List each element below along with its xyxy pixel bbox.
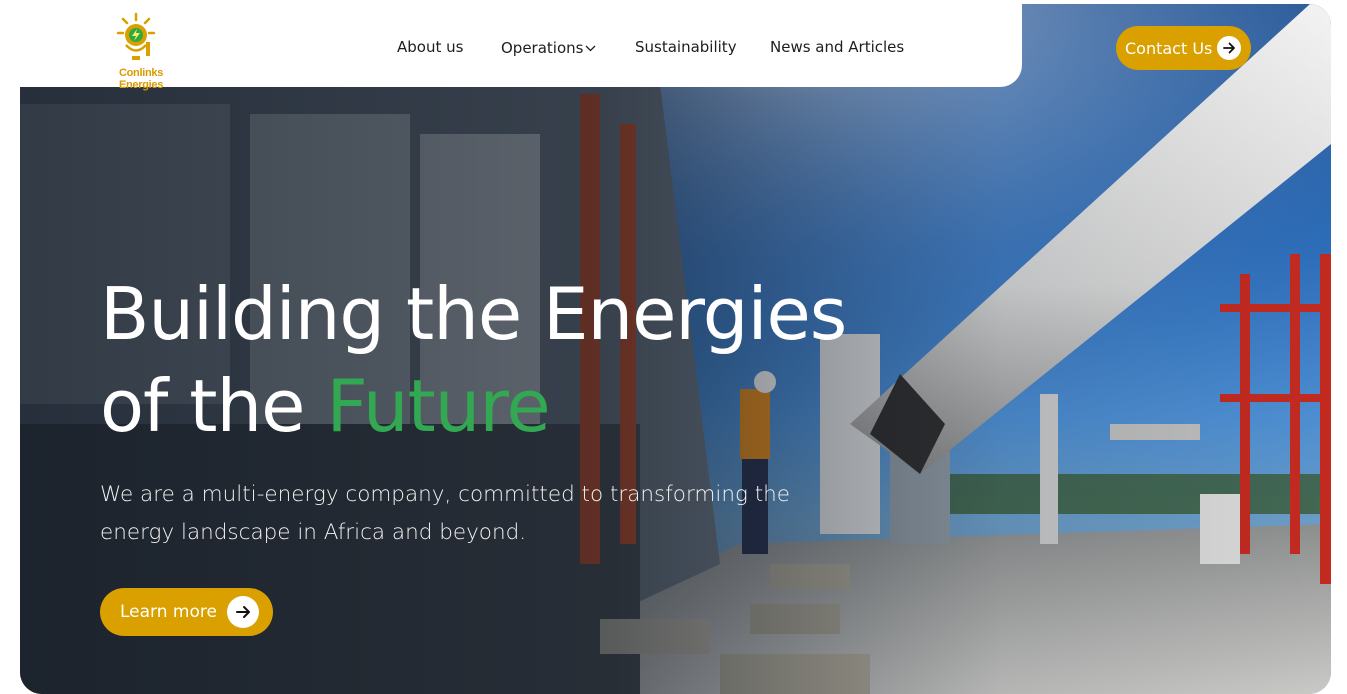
contact-us-label: Contact Us <box>1125 38 1213 58</box>
contact-us-button[interactable]: Contact Us <box>1116 26 1251 70</box>
chevron-down-icon <box>585 38 596 56</box>
hero-subtext: We are a multi-energy company, committed… <box>100 482 790 545</box>
arrow-right-icon <box>1217 36 1242 60</box>
nav-item-about-us[interactable]: About us <box>397 38 463 56</box>
brand-name: Conlinks Energies <box>118 67 164 91</box>
nav-item-news-and-articles[interactable]: News and Articles <box>770 38 904 56</box>
hero-headline: Building the Energies of the Future <box>100 268 847 452</box>
top-navigation: Conlinks Energies About us Operations Su… <box>0 0 1022 91</box>
brand-logo[interactable]: Conlinks Energies <box>98 12 184 91</box>
learn-more-label: Learn more <box>120 602 217 622</box>
hero-headline-line2-prefix: of the <box>100 364 327 448</box>
hero-headline-line1: Building the Energies <box>100 272 847 356</box>
sun-lightning-logo-icon <box>116 12 156 60</box>
hero-headline-highlight: Future <box>326 364 550 448</box>
nav-item-sustainability[interactable]: Sustainability <box>635 38 737 56</box>
nav-item-operations[interactable]: Operations <box>501 38 596 57</box>
nav-item-operations-label: Operations <box>501 39 584 57</box>
arrow-right-icon <box>226 596 259 628</box>
learn-more-button[interactable]: Learn more <box>100 588 273 636</box>
